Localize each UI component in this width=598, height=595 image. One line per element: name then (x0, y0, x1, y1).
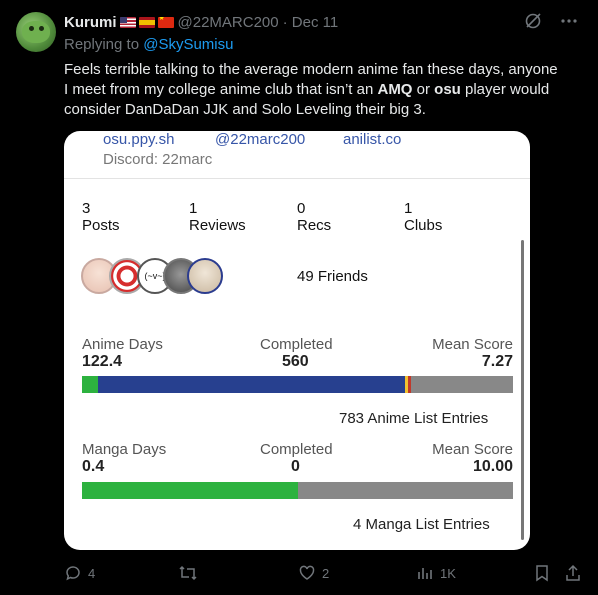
osu-link: osu.ppy.sh (103, 131, 175, 148)
tweet-header: Kurumi @22MARC200 · Dec 11 (64, 12, 338, 32)
stat-label: Reviews (189, 217, 246, 234)
replying-to-link[interactable]: @SkySumisu (143, 36, 233, 53)
stat-reviews: 1 Reviews (189, 200, 246, 234)
anime-mean-value: 7.27 (481, 353, 513, 370)
more-options-icon[interactable] (560, 12, 578, 30)
stat-posts: 3 Posts (82, 200, 120, 234)
stat-value: 3 (82, 200, 91, 217)
manga-mean-value: 10.00 (472, 458, 513, 475)
anime-days-label: Anime Days (82, 336, 163, 353)
stat-label: Posts (82, 217, 120, 234)
anime-completed-label: Completed (260, 336, 333, 353)
replying-prefix: Replying to (64, 36, 144, 53)
grok-icon[interactable] (524, 12, 542, 30)
profile-links: osu.ppy.sh @22marc200 anilist.co (103, 131, 401, 148)
stat-clubs: 1 Clubs (404, 200, 442, 234)
manga-days-value: 0.4 (82, 458, 105, 475)
repost-icon (179, 565, 197, 581)
share-button[interactable] (564, 564, 582, 582)
stat-label: Recs (297, 217, 332, 234)
status-bar-segment (82, 482, 298, 499)
author-name[interactable]: Kurumi (64, 14, 117, 31)
china-flag-icon (157, 16, 174, 28)
anime-mean-label: Mean Score (432, 336, 513, 353)
views-icon (418, 568, 432, 579)
stat-label: Clubs (404, 217, 443, 234)
status-bar-segment (297, 482, 513, 499)
anilist-link: anilist.co (343, 131, 402, 148)
anime-days-value: 122.4 (82, 353, 123, 370)
stat-value: 1 (404, 200, 413, 217)
heart-icon (299, 565, 315, 580)
us-flag-icon (119, 16, 136, 28)
card-divider (64, 178, 530, 179)
card-scrollbar[interactable] (521, 240, 524, 540)
replying-to: Replying to @SkySumisu (64, 36, 233, 53)
author-handle[interactable]: @22MARC200 (178, 14, 279, 31)
profile-screenshot-card[interactable]: osu.ppy.sh @22marc200 anilist.co Discord… (64, 131, 530, 550)
tweet-text-osu: osu (434, 81, 461, 98)
anime-status-bar (82, 376, 513, 393)
author-avatar[interactable] (16, 12, 56, 52)
stat-value: 1 (189, 200, 198, 217)
avatar-frog-shape (22, 21, 50, 43)
reply-icon (66, 566, 80, 581)
reply-count: 4 (88, 565, 96, 581)
manga-completed-value: 0 (291, 458, 300, 475)
tweet-top-actions (524, 12, 578, 30)
like-count: 2 (322, 565, 330, 581)
manga-mean-label: Mean Score (432, 441, 513, 458)
repost-button[interactable] (178, 564, 204, 582)
friends-count: 49 Friends (297, 268, 368, 285)
status-bar-segment (411, 376, 513, 393)
share-icon (566, 564, 580, 581)
anime-entries[interactable]: 783 Anime List Entries (339, 410, 488, 427)
avatar-eye (29, 26, 34, 31)
views-count: 1K (440, 565, 456, 581)
bookmark-button[interactable] (534, 564, 550, 582)
like-button[interactable]: 2 (298, 564, 329, 582)
manga-status-bar (82, 482, 513, 499)
anime-completed-value: 560 (282, 353, 309, 370)
manga-days-label: Manga Days (82, 441, 167, 458)
status-bar-segment (97, 376, 405, 393)
friend-avatar (187, 258, 223, 294)
discord-label: Discord: 22marc (103, 151, 213, 168)
tweet-text-part: or (412, 81, 435, 98)
tweet-timestamp[interactable]: · Dec 11 (283, 14, 339, 31)
stat-recs: 0 Recs (297, 200, 331, 234)
tweet-text-amq: AMQ (377, 81, 413, 98)
views-button[interactable]: 1K (416, 564, 456, 582)
bookmark-icon (536, 565, 548, 582)
status-bar-segment (82, 376, 98, 393)
avatar-eye (39, 26, 44, 31)
tweet-action-bar: 4 2 1K (64, 564, 584, 584)
tweet-text: Feels terrible talking to the average mo… (64, 60, 564, 120)
twitter-link: @22marc200 (215, 131, 306, 148)
spain-flag-icon (138, 16, 155, 28)
reply-button[interactable]: 4 (64, 564, 95, 582)
stat-value: 0 (297, 200, 306, 217)
manga-completed-label: Completed (260, 441, 333, 458)
manga-entries[interactable]: 4 Manga List Entries (353, 516, 490, 533)
